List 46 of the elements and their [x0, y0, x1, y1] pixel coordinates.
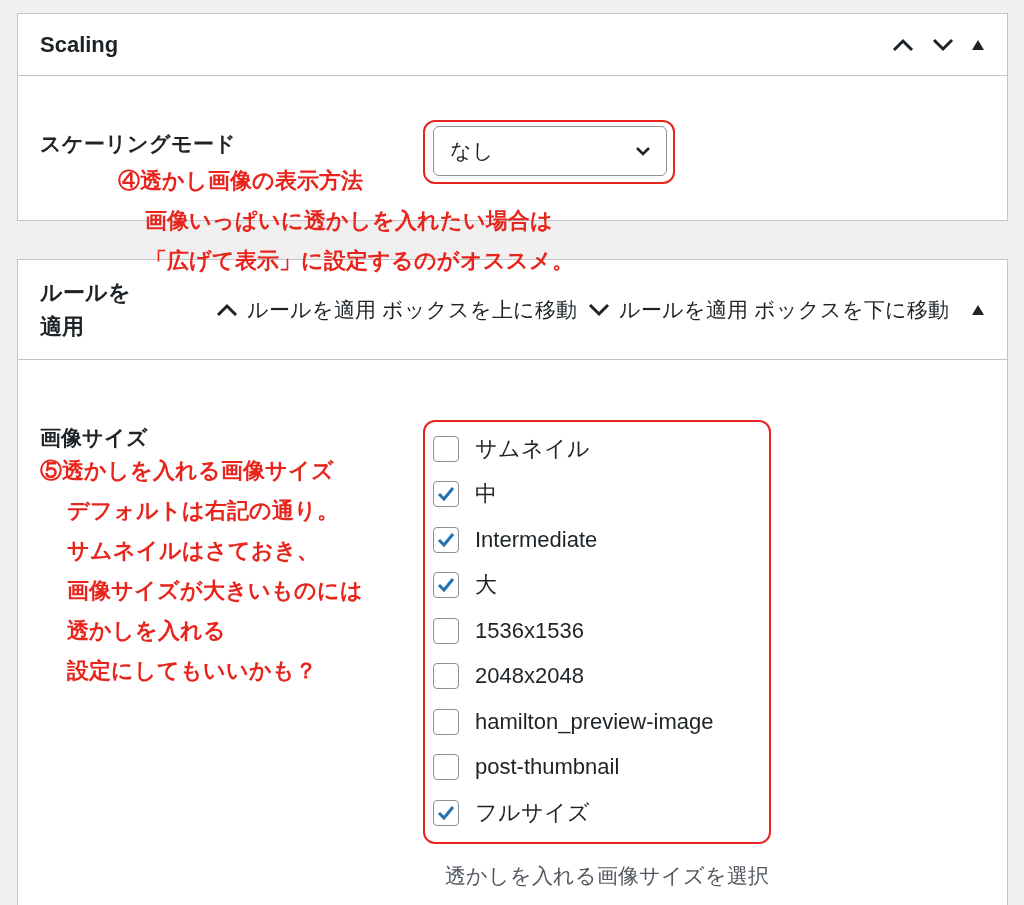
annotation-text: サムネイルはさておき、 — [66, 536, 319, 565]
chevron-down-icon — [634, 145, 652, 157]
checkbox-label: post-thumbnail — [475, 754, 620, 781]
annotation-text: 画像いっぱいに透かしを入れたい場合は — [144, 206, 553, 235]
help-text: 透かしを入れる画像サイズを選択 — [445, 862, 770, 889]
check-icon — [437, 486, 455, 503]
chevron-up-icon[interactable] — [891, 36, 915, 53]
triangle-up-icon[interactable] — [971, 38, 985, 51]
field-label: スケーリングモード — [40, 131, 237, 157]
check-icon — [437, 531, 455, 548]
annotation-text: 設定にしてもいいかも？ — [66, 656, 317, 685]
checkbox[interactable] — [433, 572, 459, 599]
checkbox[interactable] — [433, 663, 459, 690]
checkbox-label: Intermediate — [475, 526, 598, 553]
checkbox[interactable] — [433, 435, 459, 462]
check-icon — [437, 577, 455, 594]
checkbox[interactable] — [433, 526, 459, 553]
checkbox-label: サムネイル — [475, 434, 590, 463]
chevron-down-icon[interactable] — [931, 36, 955, 53]
annotation-text: 透かしを入れる — [66, 616, 226, 645]
checkbox[interactable] — [433, 799, 459, 826]
checkbox[interactable] — [433, 481, 459, 508]
checkbox-label: hamilton_preview-image — [475, 708, 714, 735]
panel-title: ルールを適用 — [40, 278, 132, 341]
checkbox[interactable] — [433, 754, 459, 781]
triangle-up-icon[interactable] — [971, 303, 985, 316]
annotation-text: ⑤透かしを入れる画像サイズ — [40, 456, 334, 485]
annotation-text: 画像サイズが大きいものには — [66, 576, 363, 605]
field-label: 画像サイズ — [40, 425, 149, 451]
checkbox-label: 1536x1536 — [475, 617, 584, 644]
checkbox[interactable] — [433, 617, 459, 644]
annotation-text: デフォルトは右記の通り。 — [66, 496, 339, 525]
checkbox-label: 大 — [475, 571, 497, 600]
move-down-button[interactable]: ルールを適用 ボックスを下に移動 — [587, 295, 949, 324]
scaling-mode-select[interactable]: なし — [433, 126, 667, 176]
chevron-up-icon[interactable] — [215, 301, 240, 318]
move-up-button[interactable]: ルールを適用 ボックスを上に移動 — [215, 295, 578, 324]
annotation-text: 「広げて表示」に設定するのがオススメ。 — [144, 246, 574, 275]
checkbox-label: 2048x2048 — [475, 663, 584, 690]
checkbox-label: フルサイズ — [475, 798, 590, 827]
chevron-down-icon[interactable] — [587, 301, 612, 318]
panel-title: Scaling — [40, 31, 119, 58]
annotation-text: ④透かし画像の表示方法 — [118, 166, 363, 195]
checkbox[interactable] — [433, 708, 459, 735]
check-icon — [437, 804, 455, 821]
checkbox-label: 中 — [475, 480, 497, 509]
